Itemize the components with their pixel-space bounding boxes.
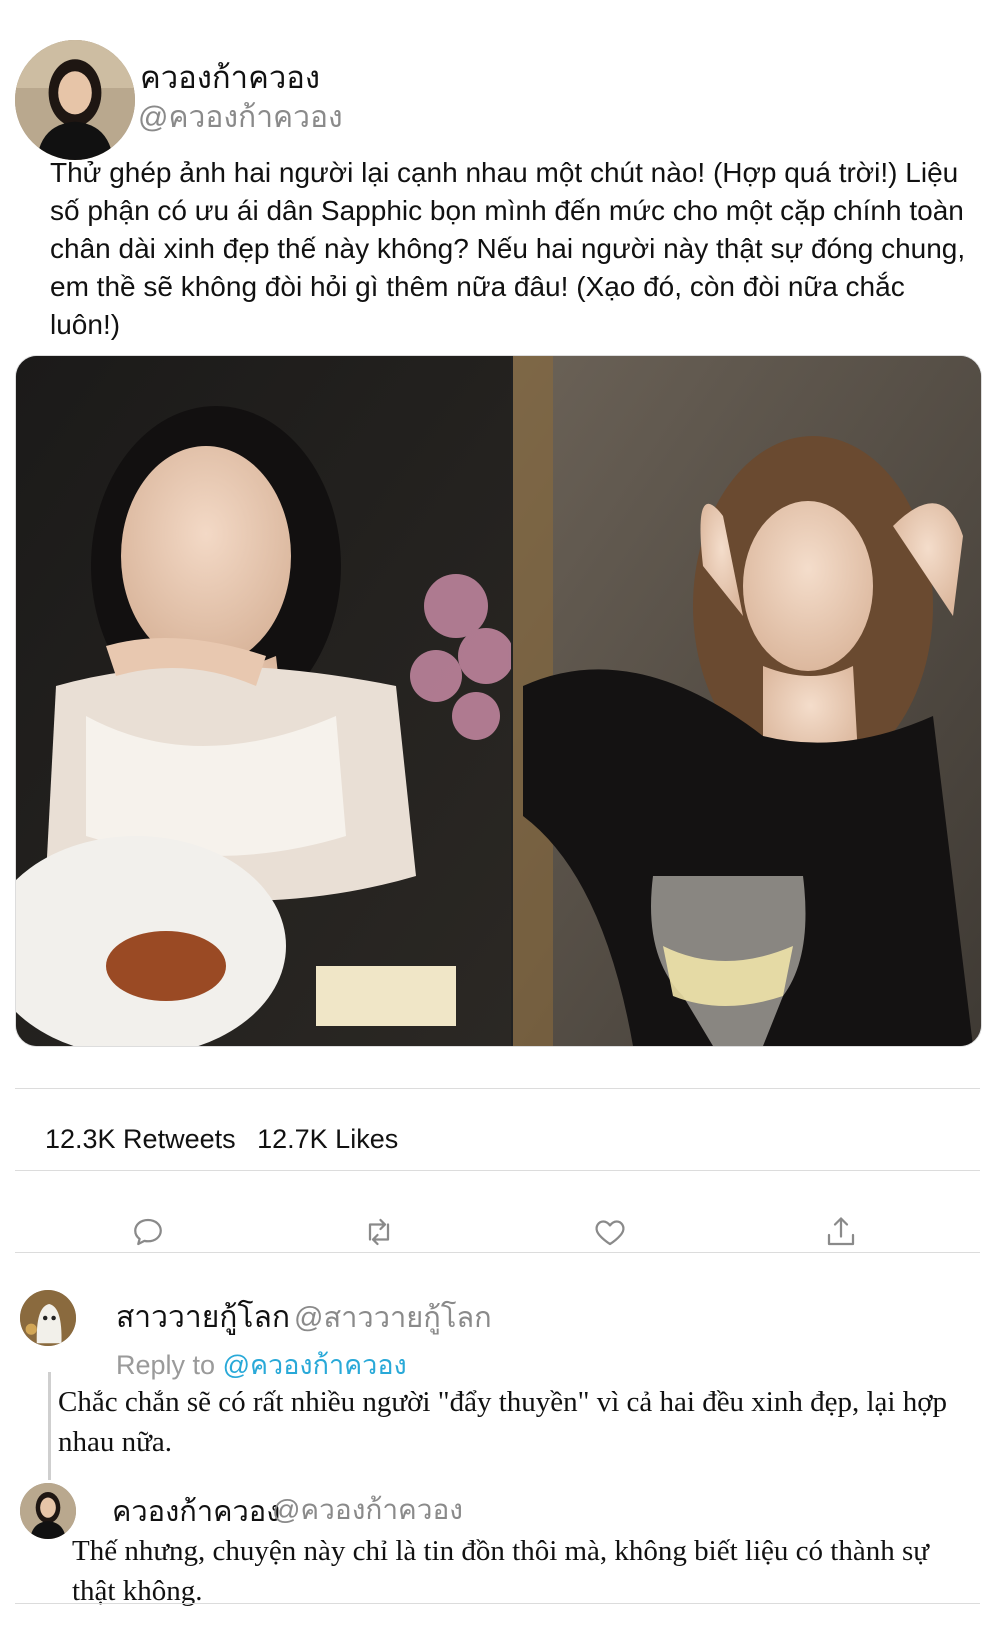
share-button[interactable]	[819, 1210, 863, 1254]
reply-author-handle[interactable]: @สาววายกู้โลก	[294, 1294, 492, 1340]
ghost-avatar-image	[20, 1290, 76, 1346]
reply-text: Thế nhưng, chuyện này chỉ là tin đồn thô…	[72, 1535, 929, 1607]
author-avatar[interactable]	[15, 40, 135, 160]
divider	[15, 1252, 980, 1253]
reply-author-name[interactable]: สาววายกู้โลก	[116, 1294, 290, 1341]
divider	[15, 1603, 980, 1604]
reply-icon	[134, 1218, 162, 1246]
share-icon	[827, 1217, 855, 1246]
author-avatar-image	[15, 40, 135, 160]
reply-to-line: Reply to @ควองก้าควอง	[116, 1343, 407, 1386]
retweet-button[interactable]	[357, 1210, 401, 1254]
tweet-stats: 12.3K Retweets 12.7K Likes	[45, 1124, 412, 1155]
reply-to-label: Reply to	[116, 1350, 216, 1380]
woman-black-top-photo[interactable]	[513, 356, 981, 1046]
tweet-text: Thử ghép ảnh hai người lại cạnh nhau một…	[50, 157, 966, 340]
divider	[15, 1088, 980, 1089]
like-count[interactable]: 12.7K Likes	[257, 1124, 398, 1154]
divider	[15, 1170, 980, 1171]
quote-bar	[48, 1372, 51, 1480]
tweet-media[interactable]	[15, 355, 982, 1047]
reply-text: Chắc chắn sẽ có rất nhiều người "đẩy thu…	[58, 1386, 948, 1458]
reply-button[interactable]	[126, 1210, 170, 1254]
retweet-icon	[368, 1218, 390, 1246]
reply-author-handle[interactable]: @ควองก้าควอง	[272, 1488, 463, 1532]
reply-to-mention[interactable]: @ควองก้าควอง	[223, 1350, 407, 1380]
like-button[interactable]	[588, 1210, 632, 1254]
reply-author-avatar[interactable]	[20, 1290, 76, 1346]
author-handle[interactable]: @ควองก้าควอง	[138, 94, 343, 141]
woman-white-dress-photo[interactable]	[16, 356, 514, 1046]
reply-author-name[interactable]: ควองก้าควอง	[112, 1488, 280, 1534]
retweet-count[interactable]: 12.3K Retweets	[45, 1124, 236, 1154]
like-icon	[595, 1220, 625, 1246]
author-avatar-image	[20, 1483, 76, 1539]
reply-author-avatar[interactable]	[20, 1483, 76, 1539]
